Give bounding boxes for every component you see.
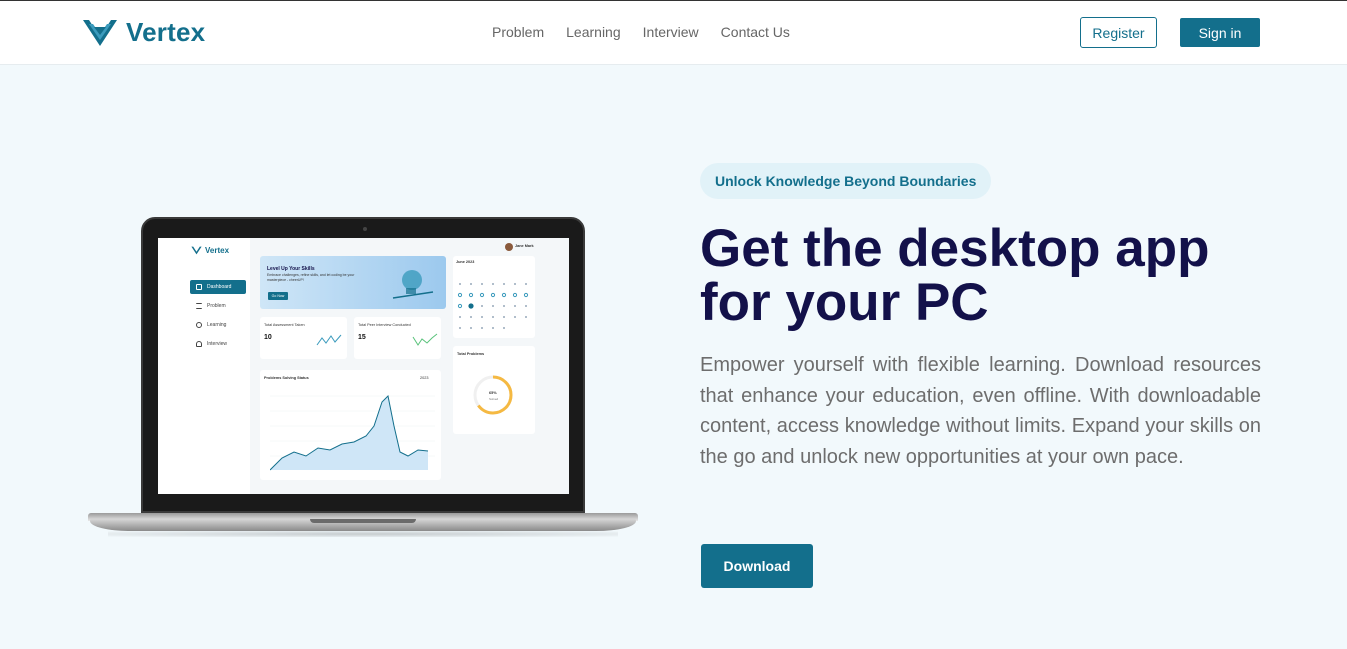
laptop-screen: Vertex Dashboard Problem Learning Interv… — [158, 238, 569, 494]
mockup-chart-card: Problems Solving Status 2023 — [260, 370, 441, 480]
hero-headline: Get the desktop app for your PC — [700, 219, 1210, 332]
mockup-card1-label: Total Assessment Taken — [264, 323, 305, 327]
mockup-user-name: Jane Mark — [515, 244, 534, 248]
mockup-chart-title: Problems Solving Status — [264, 376, 309, 380]
sparkline-icon — [412, 333, 438, 346]
mockup-banner: Level Up Your Skills Embrace challenges,… — [260, 256, 446, 309]
brand[interactable]: Vertex — [82, 17, 205, 48]
mockup-nav-learning: Learning — [190, 318, 246, 332]
sign-in-button[interactable]: Sign in — [1180, 18, 1260, 47]
download-button[interactable]: Download — [701, 544, 813, 588]
brand-name: Vertex — [126, 17, 206, 47]
mockup-main: Level Up Your Skills Embrace challenges,… — [250, 238, 569, 494]
register-button[interactable]: Register — [1080, 17, 1157, 48]
laptop-mockup-image: Vertex Dashboard Problem Learning Interv… — [88, 217, 638, 537]
mockup-card1-value: 10 — [264, 334, 272, 341]
mockup-chart-year: 2023 — [420, 376, 429, 380]
mockup-sidebar: Vertex Dashboard Problem Learning Interv… — [158, 238, 250, 494]
grid-icon — [196, 284, 202, 290]
mockup-avatar — [505, 243, 513, 251]
mockup-calendar: June 2023 — [453, 256, 535, 338]
mockup-brand: Vertex — [205, 246, 230, 255]
list-icon — [196, 303, 202, 309]
mockup-problems-title: Total Problems — [457, 352, 485, 356]
mockup-stat-card-interviews: Total Peer Interview Conducted 15 — [354, 317, 441, 359]
laptop-lid: Vertex Dashboard Problem Learning Interv… — [141, 217, 585, 513]
mockup-go-button: Go Now — [268, 292, 288, 300]
mockup-logo: Vertex — [191, 246, 229, 255]
calendar-grid-icon — [457, 283, 529, 329]
mockup-stat-card-assessments: Total Assessment Taken 10 — [260, 317, 347, 359]
laptop-camera — [363, 227, 367, 231]
compass-icon — [196, 322, 202, 328]
nav-link-learning[interactable]: Learning — [566, 24, 621, 40]
sparkline-icon — [316, 334, 342, 346]
mockup-card2-value: 15 — [358, 334, 366, 341]
banner-illustration-icon — [392, 270, 434, 299]
main-nav: Problem Learning Interview Contact Us — [492, 24, 790, 40]
mockup-total-problems: Total Problems 65% Solved — [453, 346, 535, 434]
nav-link-contact[interactable]: Contact Us — [721, 24, 790, 40]
laptop-shadow — [108, 531, 618, 537]
vertex-logo-icon — [83, 19, 117, 46]
mockup-problems-pct: 65% — [489, 391, 497, 395]
mockup-card2-label: Total Peer Interview Conducted — [358, 323, 411, 327]
area-chart-icon — [270, 394, 435, 471]
mockup-problems-sub: Solved — [489, 397, 499, 401]
tagline-pill: Unlock Knowledge Beyond Boundaries — [700, 163, 992, 199]
nav-link-interview[interactable]: Interview — [643, 24, 699, 40]
nav-link-problem[interactable]: Problem — [492, 24, 544, 40]
mockup-nav-dashboard: Dashboard — [190, 280, 246, 294]
mockup-nav-problem: Problem — [190, 299, 246, 313]
mockup-calendar-month: June 2023 — [456, 260, 475, 264]
mockup-logo-icon — [191, 246, 202, 255]
site-header: Vertex Problem Learning Interview Contac… — [0, 1, 1347, 65]
mockup-banner-title: Level Up Your Skills — [267, 266, 315, 272]
mockup-nav-interview: Interview — [190, 337, 246, 351]
laptop-notch — [310, 519, 416, 523]
mockup-banner-text: Embrace challenges, refine skills, and l… — [267, 273, 355, 282]
progress-ring-icon — [473, 375, 513, 415]
users-icon — [196, 341, 202, 347]
hero-description: Empower yourself with flexible learning.… — [700, 354, 1261, 468]
